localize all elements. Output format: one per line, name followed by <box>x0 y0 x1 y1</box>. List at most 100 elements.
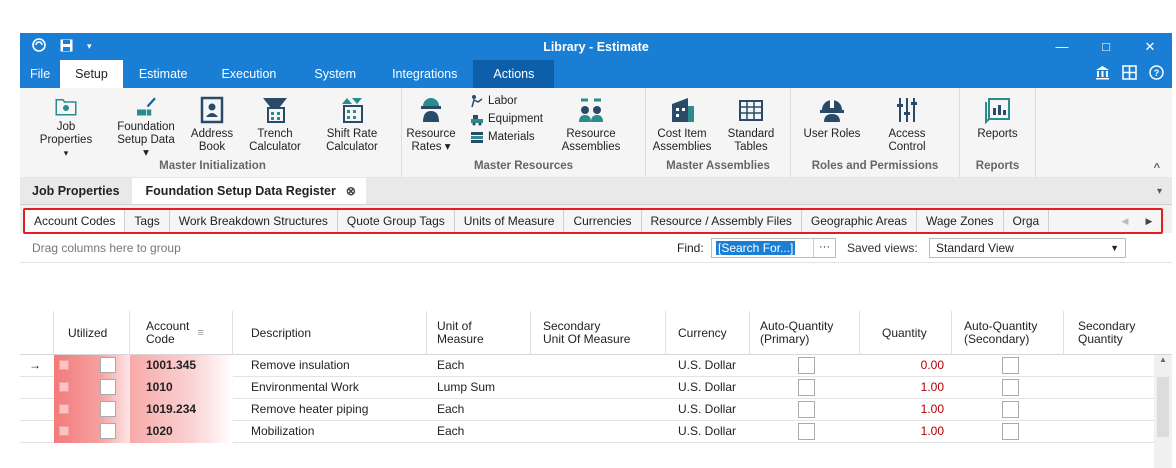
column-unit-of-measure[interactable]: Unit of Measure <box>427 311 531 355</box>
doc-tab-job-properties[interactable]: Job Properties <box>20 178 132 204</box>
tab-estimate[interactable]: Estimate <box>123 60 204 88</box>
description-cell[interactable]: Remove insulation <box>233 355 427 377</box>
tab-setup[interactable]: Setup <box>60 60 123 88</box>
reports-button[interactable]: Reports <box>960 88 1035 160</box>
find-input[interactable]: [Search For...] ··· <box>711 238 836 258</box>
doc-tab-foundation-setup[interactable]: Foundation Setup Data Register ⊗ <box>131 178 366 204</box>
subtab-units-of-measure[interactable]: Units of Measure <box>455 210 565 232</box>
auto-qty-secondary-checkbox[interactable] <box>1002 357 1019 374</box>
secondary-quantity-cell[interactable] <box>1064 421 1154 443</box>
doc-tabs-dropdown-icon[interactable]: ▾ <box>1157 178 1162 205</box>
subtab-wage-zones[interactable]: Wage Zones <box>917 210 1004 232</box>
column-account-code[interactable]: Account Code ≡ <box>130 311 233 355</box>
auto-qty-primary-cell[interactable] <box>750 399 860 421</box>
secondary-quantity-cell[interactable] <box>1064 377 1154 399</box>
column-currency[interactable]: Currency <box>666 311 750 355</box>
auto-qty-secondary-checkbox[interactable] <box>1002 379 1019 396</box>
access-control-button[interactable]: Access Control <box>873 88 941 160</box>
quantity-cell[interactable]: 0.00 <box>860 355 952 377</box>
currency-cell[interactable]: U.S. Dollar <box>666 355 750 377</box>
unit-cell[interactable]: Each <box>427 355 531 377</box>
auto-qty-primary-cell[interactable] <box>750 355 860 377</box>
unit-cell[interactable]: Each <box>427 421 531 443</box>
auto-qty-secondary-checkbox[interactable] <box>1002 423 1019 440</box>
table-row[interactable]: 1020 Mobilization Each U.S. Dollar 1.00 <box>20 421 1172 443</box>
currency-cell[interactable]: U.S. Dollar <box>666 377 750 399</box>
find-options-button[interactable]: ··· <box>813 239 835 257</box>
subtab-work-breakdown-structures[interactable]: Work Breakdown Structures <box>170 210 338 232</box>
subtab-orga[interactable]: Orga <box>1004 210 1050 232</box>
subtab-tags[interactable]: Tags <box>125 210 170 232</box>
saved-views-select[interactable]: Standard View ▼ <box>929 238 1126 258</box>
secondary-unit-cell[interactable] <box>531 399 666 421</box>
utilized-checkbox[interactable] <box>100 379 116 395</box>
account-code-cell[interactable]: 1001.345 <box>130 355 233 377</box>
table-row[interactable]: → 1001.345 Remove insulation Each U.S. Dolla… <box>20 355 1172 377</box>
utilized-checkbox[interactable] <box>100 423 116 439</box>
bank-icon[interactable] <box>1095 65 1110 84</box>
auto-qty-secondary-cell[interactable] <box>952 399 1064 421</box>
auto-qty-secondary-checkbox[interactable] <box>1002 401 1019 418</box>
currency-cell[interactable]: U.S. Dollar <box>666 421 750 443</box>
description-cell[interactable]: Remove heater piping <box>233 399 427 421</box>
auto-qty-primary-checkbox[interactable] <box>798 357 815 374</box>
utilized-cell[interactable] <box>54 421 130 443</box>
scrollbar-thumb[interactable] <box>1157 377 1169 437</box>
quantity-cell[interactable]: 1.00 <box>860 377 952 399</box>
auto-qty-primary-checkbox[interactable] <box>798 379 815 396</box>
group-by-hint[interactable]: Drag columns here to group <box>32 241 181 255</box>
account-code-cell[interactable]: 1010 <box>130 377 233 399</box>
app-logo-icon[interactable] <box>32 38 46 55</box>
shift-rate-calculator-button[interactable]: Shift Rate Calculator <box>310 88 394 160</box>
standard-tables-button[interactable]: Standard Tables <box>718 88 784 160</box>
scroll-left-icon[interactable]: ◀ <box>1113 210 1137 232</box>
foundation-setup-data-button[interactable]: Foundation Setup Data ▾ <box>108 88 184 160</box>
unit-cell[interactable]: Each <box>427 399 531 421</box>
column-auto-qty-secondary[interactable]: Auto-Quantity (Secondary) <box>952 311 1064 355</box>
column-auto-qty-primary[interactable]: Auto-Quantity (Primary) <box>750 311 860 355</box>
labor-button[interactable]: Labor <box>470 94 543 108</box>
help-icon[interactable]: ? <box>1149 64 1164 84</box>
minimize-button[interactable]: — <box>1040 33 1084 60</box>
layout-grid-icon[interactable] <box>1122 64 1137 84</box>
scroll-right-icon[interactable]: ▶ <box>1137 210 1161 232</box>
table-row[interactable]: 1019.234 Remove heater piping Each U.S. Dol… <box>20 399 1172 421</box>
column-utilized[interactable]: Utilized <box>54 311 130 355</box>
column-secondary-unit[interactable]: Secondary Unit Of Measure <box>531 311 666 355</box>
maximize-button[interactable]: □ <box>1084 33 1128 60</box>
tab-execution[interactable]: Execution <box>203 60 294 88</box>
save-icon[interactable] <box>60 39 73 55</box>
column-secondary-quantity[interactable]: Secondary Quantity <box>1064 311 1172 355</box>
utilized-cell[interactable] <box>54 377 130 399</box>
auto-qty-primary-checkbox[interactable] <box>798 401 815 418</box>
utilized-cell[interactable] <box>54 355 130 377</box>
description-cell[interactable]: Environmental Work <box>233 377 427 399</box>
auto-qty-primary-cell[interactable] <box>750 377 860 399</box>
quantity-cell[interactable]: 1.00 <box>860 399 952 421</box>
subtab-geographic-areas[interactable]: Geographic Areas <box>802 210 917 232</box>
trench-calculator-button[interactable]: Trench Calculator <box>240 88 310 160</box>
secondary-unit-cell[interactable] <box>531 421 666 443</box>
cost-item-assemblies-button[interactable]: Cost Item Assemblies <box>646 88 718 160</box>
column-description[interactable]: Description <box>233 311 427 355</box>
auto-qty-secondary-cell[interactable] <box>952 421 1064 443</box>
tab-file[interactable]: File <box>20 60 60 88</box>
resource-rates-button[interactable]: Resource Rates ▾ <box>402 88 460 160</box>
quick-access-dropdown-icon[interactable]: ▾ <box>87 41 92 52</box>
subtab-quote-group-tags[interactable]: Quote Group Tags <box>338 210 455 232</box>
description-cell[interactable]: Mobilization <box>233 421 427 443</box>
materials-button[interactable]: Materials <box>470 130 543 144</box>
currency-cell[interactable]: U.S. Dollar <box>666 399 750 421</box>
job-properties-button[interactable]: Job Properties ▾ <box>24 88 108 160</box>
quantity-cell[interactable]: 1.00 <box>860 421 952 443</box>
auto-qty-primary-checkbox[interactable] <box>798 423 815 440</box>
secondary-quantity-cell[interactable] <box>1064 399 1154 421</box>
secondary-unit-cell[interactable] <box>531 377 666 399</box>
auto-qty-primary-cell[interactable] <box>750 421 860 443</box>
column-quantity[interactable]: Quantity <box>860 311 952 355</box>
utilized-cell[interactable] <box>54 399 130 421</box>
tab-system[interactable]: System <box>294 60 376 88</box>
table-row[interactable]: 1010 Environmental Work Lump Sum U.S. Dolla… <box>20 377 1172 399</box>
utilized-checkbox[interactable] <box>100 357 116 373</box>
close-button[interactable]: ✕ <box>1128 33 1172 60</box>
